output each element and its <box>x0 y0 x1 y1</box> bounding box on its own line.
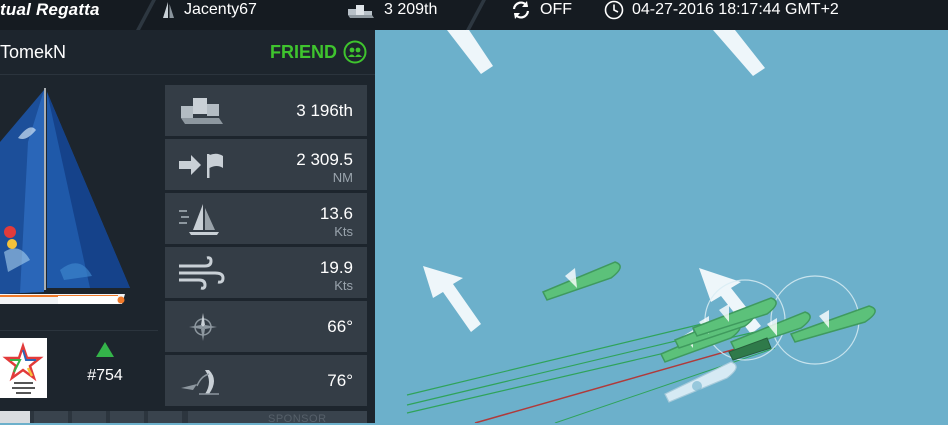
stat-heading: 66° <box>165 301 367 352</box>
wind-icon <box>179 256 225 290</box>
panel-player-name: TomekN <box>0 42 67 62</box>
podium-icon <box>181 98 223 124</box>
sync-status: OFF <box>540 1 572 18</box>
arrow-flag-icon <box>179 153 223 178</box>
sponsor-label: SPONSOR <box>268 413 327 425</box>
tab-profile[interactable] <box>34 411 68 423</box>
stat-ranking: 3 196th <box>165 85 367 136</box>
stat-wind-speed-value: 19.9 <box>319 258 353 277</box>
stats-list: 3 196th 2 309.5 NM 13.6 Kts 19.9 Kts 66°… <box>165 85 367 409</box>
sync-toggle[interactable]: OFF <box>510 0 572 20</box>
top-bar: tual Regatta Jacenty67 3 209th OFF 04-27… <box>0 0 948 30</box>
stat-distance-value: 2 309.5 <box>296 150 353 169</box>
game-clock: 04-27-2016 18:17:44 GMT+2 <box>604 0 839 20</box>
stat-distance-unit: NM <box>332 170 353 185</box>
stat-ranking-value: 3 196th <box>296 101 353 120</box>
sail-speed-icon <box>179 204 219 235</box>
player-rank[interactable]: 3 209th <box>346 0 437 20</box>
clock-icon <box>604 0 624 20</box>
stat-twa: 76° <box>165 355 367 406</box>
friend-badge[interactable]: FRIEND <box>270 40 367 64</box>
stat-boat-speed-value: 13.6 <box>319 204 353 223</box>
boat-icon <box>163 2 174 18</box>
rank-text: 3 209th <box>384 1 438 18</box>
divider <box>0 330 158 331</box>
podium-icon <box>348 5 374 18</box>
divider <box>464 0 488 30</box>
player-name: Jacenty67 <box>184 1 257 18</box>
boat-illustration <box>0 88 130 304</box>
panel-header: TomekN FRIEND <box>0 30 375 75</box>
app-logo: tual Regatta <box>0 0 100 19</box>
friend-label: FRIEND <box>270 41 337 62</box>
stat-wind-speed: 19.9 Kts <box>165 247 367 298</box>
player-info[interactable]: Jacenty67 <box>162 0 257 20</box>
sail-angle-icon <box>181 370 219 395</box>
sync-icon <box>512 1 530 19</box>
league-rank: #754 <box>70 342 140 402</box>
rank-number: #754 <box>87 367 123 384</box>
stat-boat-speed: 13.6 Kts <box>165 193 367 244</box>
stat-distance: 2 309.5 NM <box>165 139 367 190</box>
league-logo <box>0 338 47 398</box>
stat-twa-value: 76° <box>327 371 353 390</box>
tab-messages[interactable] <box>72 411 106 423</box>
rank-up-icon <box>96 342 114 357</box>
stat-heading-value: 66° <box>327 317 353 336</box>
stat-boat-speed-unit: Kts <box>334 224 353 239</box>
tab-share[interactable] <box>110 411 144 423</box>
stat-wind-speed-unit: Kts <box>334 278 353 293</box>
race-map[interactable] <box>375 30 948 423</box>
tab-follow[interactable] <box>148 411 182 423</box>
tab-avatar[interactable] <box>0 411 30 423</box>
datetime-text: 04-27-2016 18:17:44 GMT+2 <box>632 1 839 18</box>
player-panel: TomekN FRIEND #754 3 196th 2 309.5 NM 13… <box>0 30 375 425</box>
friends-icon <box>343 40 367 64</box>
compass-icon <box>189 313 217 341</box>
